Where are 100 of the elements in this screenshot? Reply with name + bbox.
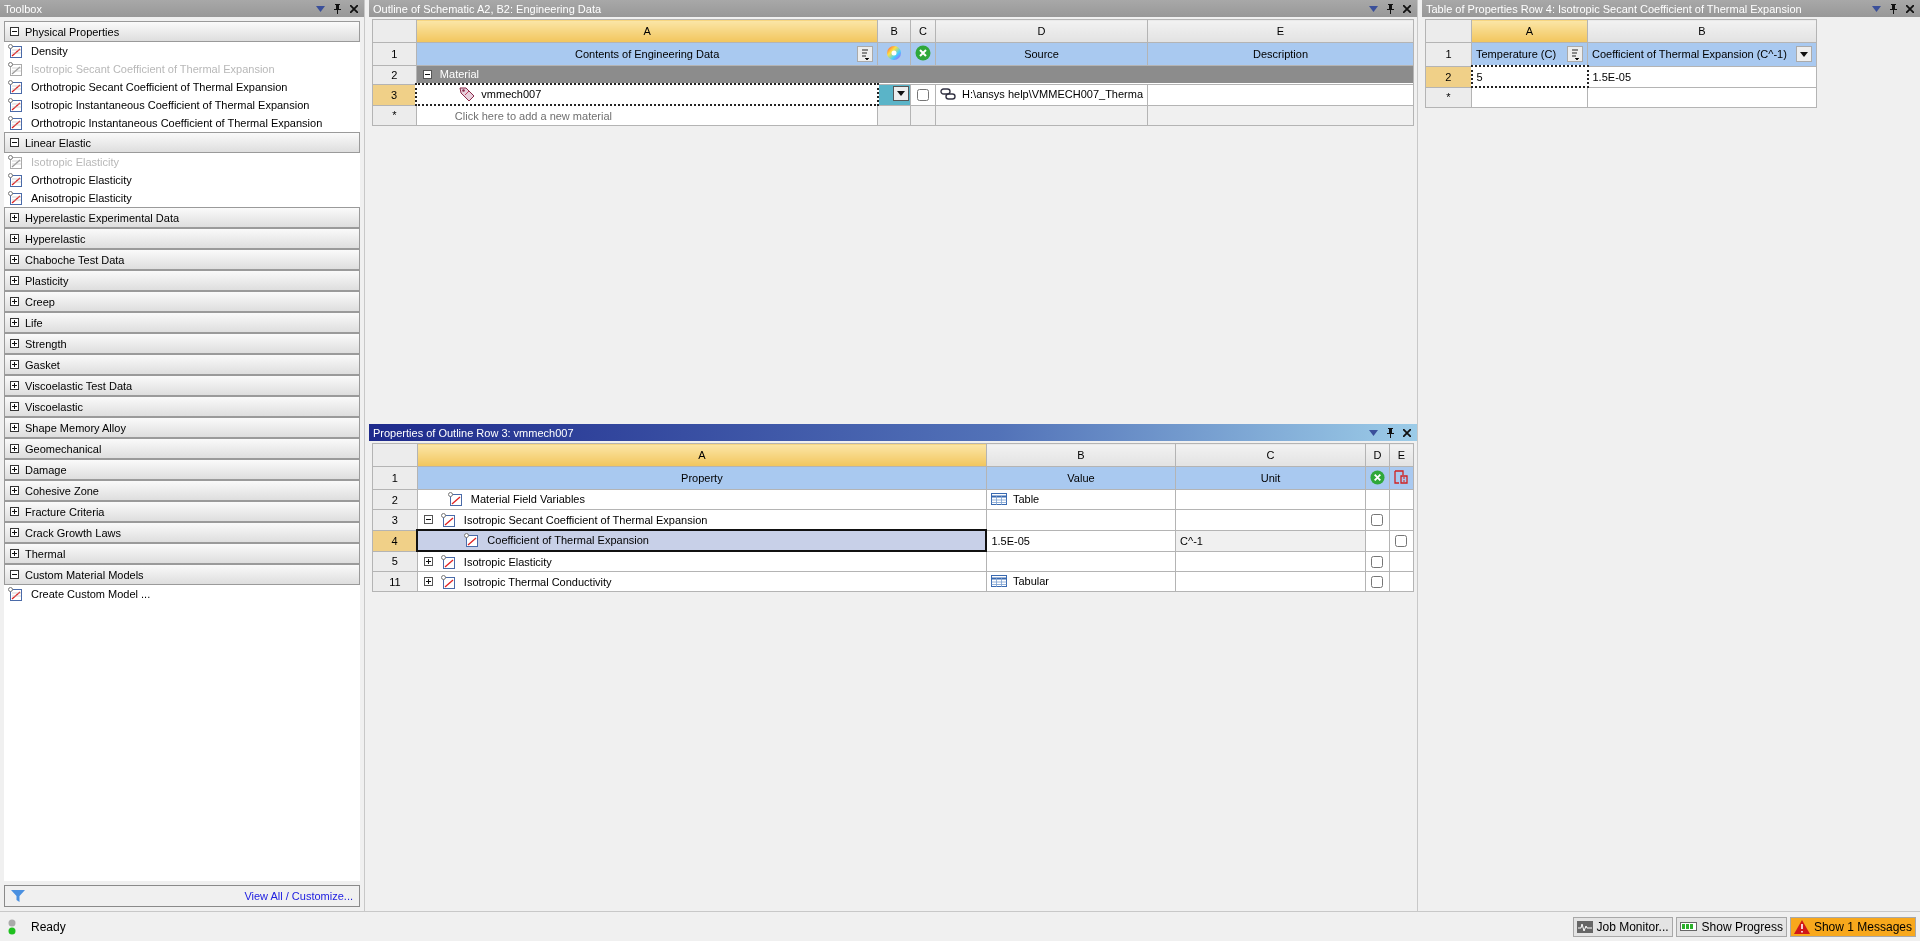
- expander-icon[interactable]: [423, 577, 433, 586]
- category-header[interactable]: Viscoelastic: [4, 396, 360, 417]
- dropdown-icon[interactable]: [1369, 5, 1378, 12]
- category-header[interactable]: Viscoelastic Test Data: [4, 375, 360, 396]
- expander-icon[interactable]: [10, 528, 19, 537]
- expander-icon[interactable]: [10, 255, 19, 264]
- column-header[interactable]: B: [877, 19, 911, 43]
- panel-title: Outline of Schematic A2, B2: Engineering Data: [373, 2, 602, 15]
- pin-icon[interactable]: [333, 3, 342, 14]
- checkbox[interactable]: [1371, 555, 1384, 568]
- table-cell[interactable]: 1.5E-05: [1587, 66, 1817, 87]
- close-icon[interactable]: [1403, 428, 1411, 437]
- expander-icon[interactable]: [422, 69, 432, 79]
- dropdown-icon[interactable]: [1369, 429, 1378, 436]
- filter-icon[interactable]: [11, 890, 25, 902]
- pin-icon[interactable]: [1889, 3, 1898, 14]
- category-header[interactable]: Linear Elastic: [4, 132, 360, 153]
- expander-icon[interactable]: [423, 557, 433, 566]
- checkbox[interactable]: [1371, 576, 1384, 589]
- column-header[interactable]: E: [1147, 19, 1414, 43]
- checkbox[interactable]: [1395, 535, 1408, 548]
- expander-icon[interactable]: [423, 515, 433, 524]
- category-header[interactable]: Custom Material Models: [4, 564, 360, 585]
- toolbox-item[interactable]: Isotropic Instantaneous Coefficient of Thermal Expansion: [4, 96, 360, 114]
- expander-icon[interactable]: [10, 507, 19, 516]
- toolbox-item[interactable]: Orthotropic Instantaneous Coefficient of Thermal Expansion: [4, 114, 360, 132]
- add-material-cell[interactable]: Click here to add a new material: [416, 105, 878, 126]
- color-wheel-icon: [886, 45, 903, 61]
- toolbox-item[interactable]: Orthotropic Secant Coefficient of Thermal Expansion: [4, 78, 360, 96]
- column-header[interactable]: B: [986, 443, 1176, 467]
- expander-icon[interactable]: [10, 297, 19, 306]
- category-header[interactable]: Geomechanical: [4, 438, 360, 459]
- column-header[interactable]: A: [416, 19, 878, 43]
- table-icon: [990, 574, 1007, 587]
- category-header[interactable]: Hyperelastic: [4, 228, 360, 249]
- column-header[interactable]: C: [910, 19, 936, 43]
- category-header[interactable]: Damage: [4, 459, 360, 480]
- status-button[interactable]: Show 1 Messages: [1789, 916, 1916, 937]
- expander-icon[interactable]: [10, 381, 19, 390]
- close-icon[interactable]: [1403, 4, 1411, 13]
- close-icon[interactable]: [350, 4, 358, 13]
- checkbox[interactable]: [917, 89, 930, 102]
- table-cell[interactable]: Isotropic Thermal Conductivity: [417, 571, 987, 592]
- table-cell[interactable]: Coefficient of Thermal Expansion: [417, 530, 987, 551]
- checkbox[interactable]: [1371, 514, 1384, 527]
- dropdown-icon[interactable]: [316, 5, 325, 12]
- category-header[interactable]: Fracture Criteria: [4, 501, 360, 522]
- sort-icon[interactable]: [1567, 46, 1583, 62]
- expander-icon[interactable]: [10, 27, 19, 36]
- expander-icon[interactable]: [10, 339, 19, 348]
- expander-icon[interactable]: [10, 234, 19, 243]
- table-cell[interactable]: 5: [1471, 66, 1588, 87]
- dropdown-icon[interactable]: [1872, 5, 1881, 12]
- category-header[interactable]: Plasticity: [4, 270, 360, 291]
- dropdown-button[interactable]: [1796, 46, 1812, 63]
- column-header[interactable]: B: [1587, 19, 1817, 43]
- dropdown-button[interactable]: [893, 86, 910, 101]
- expander-icon[interactable]: [10, 318, 19, 327]
- category-header[interactable]: Chaboche Test Data: [4, 249, 360, 270]
- column-header[interactable]: A: [1471, 19, 1588, 43]
- expander-icon[interactable]: [10, 213, 19, 222]
- column-header[interactable]: A: [417, 443, 987, 467]
- category-header[interactable]: Physical Properties: [4, 21, 360, 42]
- status-button[interactable]: Show Progress: [1675, 916, 1787, 937]
- table-cell[interactable]: Isotropic Elasticity: [417, 551, 987, 572]
- category-header[interactable]: Shape Memory Alloy: [4, 417, 360, 438]
- column-header[interactable]: E: [1389, 443, 1414, 467]
- pin-icon[interactable]: [1386, 427, 1395, 438]
- category-header[interactable]: Life: [4, 312, 360, 333]
- expander-icon[interactable]: [10, 360, 19, 369]
- expander-icon[interactable]: [10, 570, 19, 579]
- category-header[interactable]: Hyperelastic Experimental Data: [4, 207, 360, 228]
- expander-icon[interactable]: [10, 276, 19, 285]
- table-cell[interactable]: Material Field Variables: [417, 489, 987, 510]
- expander-icon[interactable]: [10, 486, 19, 495]
- column-header[interactable]: C: [1175, 443, 1366, 467]
- expander-icon[interactable]: [10, 465, 19, 474]
- column-header[interactable]: D: [1365, 443, 1390, 467]
- toolbox-item[interactable]: Orthotropic Elasticity: [4, 171, 360, 189]
- toolbox-item[interactable]: Create Custom Model ...: [4, 585, 360, 603]
- category-header[interactable]: Thermal: [4, 543, 360, 564]
- column-header[interactable]: D: [935, 19, 1148, 43]
- category-header[interactable]: Crack Growth Laws: [4, 522, 360, 543]
- sort-icon[interactable]: [857, 46, 874, 62]
- category-header[interactable]: Creep: [4, 291, 360, 312]
- expander-icon[interactable]: [10, 138, 19, 147]
- category-header[interactable]: Gasket: [4, 354, 360, 375]
- pin-icon[interactable]: [1386, 3, 1395, 14]
- close-icon[interactable]: [1906, 4, 1914, 13]
- expander-icon[interactable]: [10, 549, 19, 558]
- category-header[interactable]: Strength: [4, 333, 360, 354]
- toolbox-item[interactable]: Anisotropic Elasticity: [4, 189, 360, 207]
- expander-icon[interactable]: [10, 423, 19, 432]
- view-all-link[interactable]: View All / Customize...: [244, 890, 353, 902]
- expander-icon[interactable]: [10, 402, 19, 411]
- expander-icon[interactable]: [10, 444, 19, 453]
- table-cell[interactable]: vmmech007: [416, 84, 878, 105]
- category-header[interactable]: Cohesive Zone: [4, 480, 360, 501]
- toolbox-item[interactable]: Density: [4, 42, 360, 60]
- status-button[interactable]: Job Monitor...: [1572, 916, 1673, 937]
